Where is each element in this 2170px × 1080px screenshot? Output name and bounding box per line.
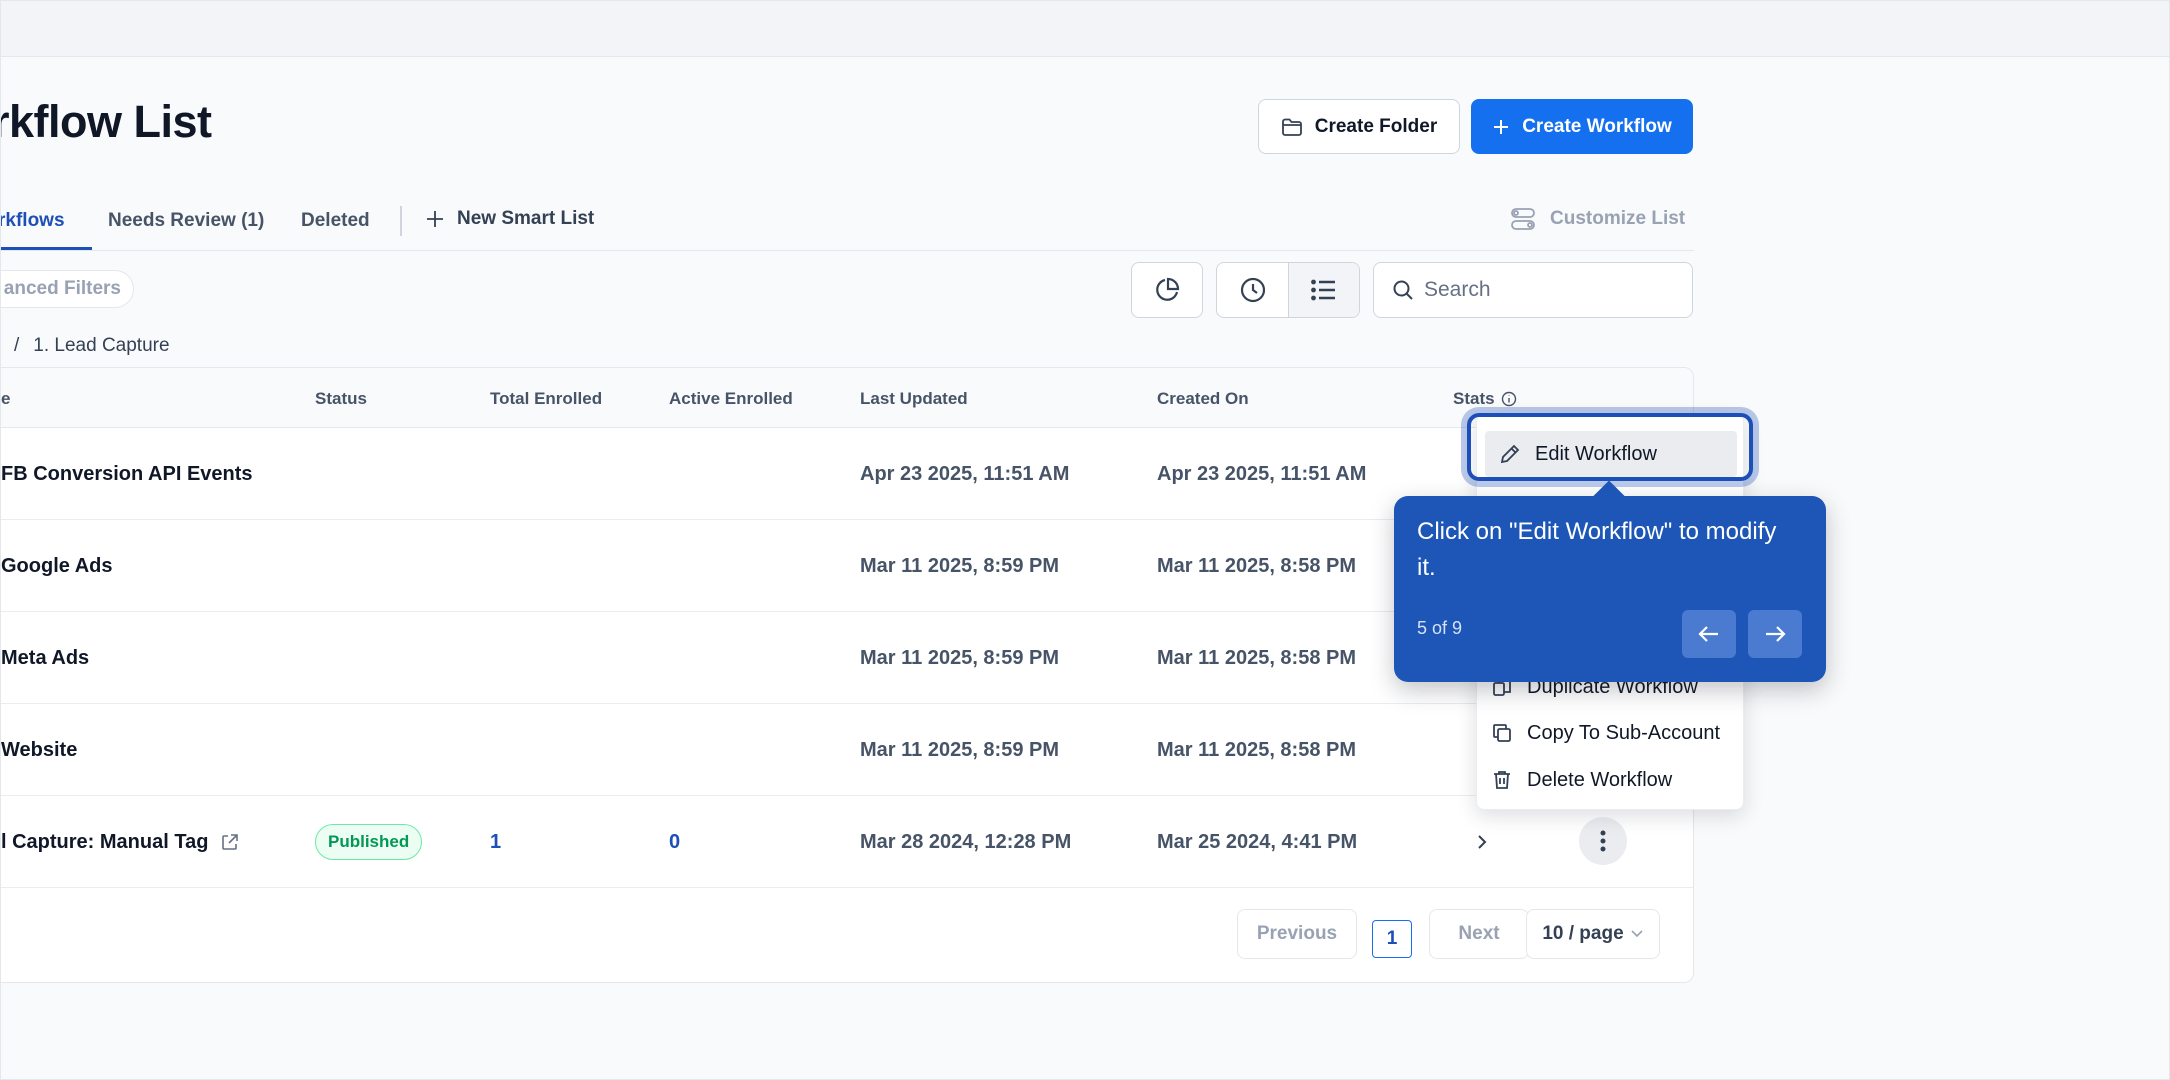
new-smart-list-label: New Smart List <box>457 208 595 229</box>
menu-item-label: Copy To Sub-Account <box>1527 721 1721 744</box>
list-icon <box>1311 279 1335 301</box>
workflow-name[interactable]: Google Ads <box>1 520 112 612</box>
tab-bar: rkflows Needs Review (1) Deleted New Sma… <box>0 190 1694 251</box>
status-badge: Published <box>315 824 423 860</box>
page-1-button[interactable]: 1 <box>1372 920 1412 958</box>
column-last-updated[interactable]: Last Updated <box>860 389 968 409</box>
last-updated: Mar 11 2025, 8:59 PM <box>860 646 1060 669</box>
table-row[interactable]: l Capture: Manual Tag Published 1 0 Mar … <box>0 796 1693 888</box>
tour-next-button[interactable] <box>1748 610 1802 658</box>
arrow-right-icon <box>1766 626 1786 642</box>
more-vertical-icon <box>1600 830 1606 852</box>
total-enrolled[interactable]: 1 <box>490 796 501 888</box>
stats-toggle-button[interactable] <box>1131 262 1203 318</box>
last-updated: Mar 11 2025, 8:59 PM <box>860 554 1060 577</box>
sliders-icon <box>1511 208 1535 230</box>
column-total-enrolled[interactable]: Total Enrolled <box>490 389 602 409</box>
create-workflow-button[interactable]: Create Workflow <box>1471 99 1693 154</box>
advanced-filters-button[interactable]: anced Filters <box>0 270 134 308</box>
breadcrumb-separator: / <box>14 335 20 356</box>
list-view-button[interactable] <box>1288 263 1359 317</box>
tab-deleted[interactable]: Deleted <box>301 210 370 232</box>
create-folder-label: Create Folder <box>1314 115 1438 137</box>
top-bar <box>0 0 2170 57</box>
search-box <box>1373 262 1693 318</box>
menu-item-label: Delete Workflow <box>1527 768 1673 791</box>
menu-item-delete-workflow[interactable]: Delete Workflow <box>1477 757 1745 803</box>
plus-icon <box>427 211 443 227</box>
breadcrumb-current[interactable]: 1. Lead Capture <box>33 335 169 357</box>
arrow-left-icon <box>1698 626 1718 642</box>
info-icon[interactable] <box>1501 391 1517 407</box>
workflow-name-cell: l Capture: Manual Tag <box>1 796 240 888</box>
tour-previous-button[interactable] <box>1682 610 1736 658</box>
trash-icon <box>1494 771 1510 789</box>
history-view-button[interactable] <box>1217 263 1288 317</box>
external-link-icon[interactable] <box>220 832 240 852</box>
plus-icon <box>1494 119 1509 134</box>
search-input[interactable] <box>1424 278 1684 302</box>
workflow-name[interactable]: Meta Ads <box>1 612 89 704</box>
column-name[interactable]: e <box>1 389 10 409</box>
new-smart-list-button[interactable]: New Smart List <box>425 208 594 230</box>
menu-item-copy-to-sub-account[interactable]: Copy To Sub-Account <box>1477 710 1745 756</box>
tour-tooltip: Click on "Edit Workflow" to modify it. 5… <box>1394 480 1826 682</box>
chevron-right-icon <box>1478 835 1487 849</box>
created-on: Mar 11 2025, 8:58 PM <box>1157 554 1357 577</box>
create-workflow-label: Create Workflow <box>1522 115 1672 137</box>
last-updated: Mar 28 2024, 12:28 PM <box>860 830 1072 853</box>
chevron-down-icon <box>1631 930 1643 938</box>
last-updated: Apr 23 2025, 11:51 AM <box>860 462 1070 485</box>
tab-needs-review[interactable]: Needs Review (1) <box>108 210 264 232</box>
workflow-name[interactable]: FB Conversion API Events <box>1 428 253 520</box>
column-status[interactable]: Status <box>315 389 367 409</box>
view-toggle-group <box>1216 262 1360 318</box>
created-on: Mar 11 2025, 8:58 PM <box>1157 646 1357 669</box>
copy-icon <box>1493 724 1511 742</box>
create-folder-button[interactable]: Create Folder <box>1258 99 1460 154</box>
page-title: rkflow List <box>0 96 212 147</box>
active-enrolled[interactable]: 0 <box>669 796 680 888</box>
next-page-button[interactable]: Next <box>1429 909 1529 959</box>
table-row[interactable]: Website Mar 11 2025, 8:59 PM Mar 11 2025… <box>0 704 1693 796</box>
column-stats-label: Stats <box>1453 389 1495 408</box>
customize-list-label: Customize List <box>1550 208 1686 229</box>
search-icon <box>1393 280 1413 300</box>
customize-list-button[interactable]: Customize List <box>1510 207 1685 231</box>
clock-icon <box>1240 277 1265 303</box>
active-tab-indicator <box>0 247 92 250</box>
column-stats: Stats <box>1453 389 1517 409</box>
previous-page-button[interactable]: Previous <box>1237 909 1357 959</box>
pie-chart-icon <box>1156 277 1180 301</box>
status-cell: Published <box>315 796 423 888</box>
row-actions-button[interactable] <box>1579 817 1627 865</box>
folder-icon <box>1281 118 1302 136</box>
page-size-value: 10 / page <box>1542 923 1624 944</box>
tour-highlight-ring <box>1467 413 1753 481</box>
created-on: Apr 23 2025, 11:51 AM <box>1157 462 1367 485</box>
column-active-enrolled[interactable]: Active Enrolled <box>669 389 793 409</box>
tab-workflows[interactable]: rkflows <box>0 210 65 232</box>
tab-divider <box>400 206 402 236</box>
tour-message: Click on "Edit Workflow" to modify it. <box>1417 518 1777 581</box>
tour-step-counter: 5 of 9 <box>1417 618 1463 638</box>
page-size-select[interactable]: 10 / page <box>1526 909 1660 959</box>
column-created-on[interactable]: Created On <box>1157 389 1249 409</box>
workflow-name[interactable]: Website <box>1 704 77 796</box>
workflow-name[interactable]: l Capture: Manual Tag <box>1 831 208 854</box>
last-updated: Mar 11 2025, 8:59 PM <box>860 738 1060 761</box>
created-on: Mar 25 2024, 4:41 PM <box>1157 830 1358 853</box>
breadcrumb: / 1. Lead Capture <box>14 335 170 357</box>
table-header: e Status Total Enrolled Active Enrolled … <box>0 368 1693 428</box>
created-on: Mar 11 2025, 8:58 PM <box>1157 738 1357 761</box>
